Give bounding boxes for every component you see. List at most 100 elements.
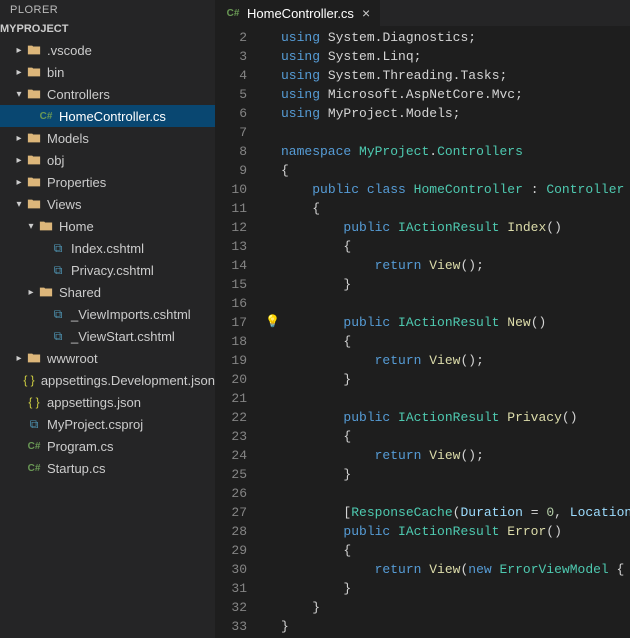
lightbulb-icon [265, 218, 281, 237]
lightbulb-icon [265, 180, 281, 199]
code-line[interactable] [281, 123, 630, 142]
lightbulb-icon [265, 85, 281, 104]
lightbulb-icon [265, 294, 281, 313]
line-number: 14 [215, 256, 247, 275]
file-tree: ▸.vscode▸bin▾ControllersC#HomeController… [0, 39, 215, 638]
chevron-icon: ▸ [12, 353, 26, 364]
lightbulb-icon [265, 47, 281, 66]
line-number: 32 [215, 598, 247, 617]
close-icon[interactable]: × [362, 5, 370, 21]
tree-item[interactable]: ▾Home [0, 215, 215, 237]
tree-item[interactable]: ▸bin [0, 61, 215, 83]
code-line[interactable]: return View(); [281, 446, 630, 465]
code-line[interactable]: return View(); [281, 351, 630, 370]
code-line[interactable]: [ResponseCache(Duration = 0, Location : [281, 503, 630, 522]
code-line[interactable]: namespace MyProject.Controllers [281, 142, 630, 161]
line-number: 2 [215, 28, 247, 47]
code-content[interactable]: using System.Diagnostics;using System.Li… [281, 26, 630, 638]
tree-item[interactable]: ⧉_ViewImports.cshtml [0, 303, 215, 325]
chevron-icon: ▸ [12, 155, 26, 166]
line-number: 17 [215, 313, 247, 332]
line-number: 7 [215, 123, 247, 142]
tree-item[interactable]: ▸wwwroot [0, 347, 215, 369]
folder-icon [38, 218, 54, 234]
code-editor[interactable]: 2345678910111213141516171819202122232425… [215, 26, 630, 638]
tree-item[interactable]: ⧉Privacy.cshtml [0, 259, 215, 281]
line-number: 18 [215, 332, 247, 351]
code-line[interactable]: return View(new ErrorViewModel { R [281, 560, 630, 579]
tab-bar: C# HomeController.cs × [215, 0, 630, 26]
lightbulb-icon [265, 408, 281, 427]
code-line[interactable] [281, 389, 630, 408]
lightbulb-icon[interactable]: 💡 [265, 313, 281, 332]
lightbulb-icon [265, 275, 281, 294]
tree-item[interactable]: ▸.vscode [0, 39, 215, 61]
line-number: 19 [215, 351, 247, 370]
tree-item[interactable]: C#HomeController.cs [0, 105, 215, 127]
code-line[interactable]: public class HomeController : Controller [281, 180, 630, 199]
folder-icon [26, 64, 42, 80]
tree-item[interactable]: ⧉Index.cshtml [0, 237, 215, 259]
code-line[interactable]: } [281, 465, 630, 484]
tree-item[interactable]: ▾Controllers [0, 83, 215, 105]
code-line[interactable]: { [281, 237, 630, 256]
code-line[interactable]: } [281, 617, 630, 636]
lightbulb-icon [265, 617, 281, 636]
line-number: 23 [215, 427, 247, 446]
lightbulb-icon [265, 66, 281, 85]
file-icon: ⧉ [50, 306, 66, 322]
tab-homecontroller[interactable]: C# HomeController.cs × [215, 0, 381, 26]
folder-icon [26, 350, 42, 366]
tree-item[interactable]: C#Startup.cs [0, 457, 215, 479]
tree-item[interactable]: C#Program.cs [0, 435, 215, 457]
code-line[interactable]: { [281, 427, 630, 446]
editor-area: C# HomeController.cs × 23456789101112131… [215, 0, 630, 638]
code-line[interactable]: public IActionResult Privacy() [281, 408, 630, 427]
line-number: 5 [215, 85, 247, 104]
json-icon: { } [26, 394, 42, 410]
folder-icon [26, 86, 42, 102]
code-line[interactable]: using System.Linq; [281, 47, 630, 66]
code-line[interactable]: using System.Threading.Tasks; [281, 66, 630, 85]
code-line[interactable]: using System.Diagnostics; [281, 28, 630, 47]
line-number: 33 [215, 617, 247, 636]
lightbulb-icon [265, 332, 281, 351]
code-line[interactable]: public IActionResult New() [281, 313, 630, 332]
tree-item[interactable]: { }appsettings.json [0, 391, 215, 413]
tree-item[interactable]: ⧉MyProject.csproj [0, 413, 215, 435]
tree-item[interactable]: ▾Views [0, 193, 215, 215]
code-line[interactable] [281, 484, 630, 503]
code-line[interactable]: { [281, 332, 630, 351]
line-number: 9 [215, 161, 247, 180]
code-line[interactable]: } [281, 598, 630, 617]
tree-item[interactable]: ⧉_ViewStart.cshtml [0, 325, 215, 347]
code-line[interactable]: public IActionResult Index() [281, 218, 630, 237]
project-title[interactable]: MYPROJECT [0, 20, 215, 39]
code-line[interactable]: using Microsoft.AspNetCore.Mvc; [281, 85, 630, 104]
code-line[interactable]: { [281, 541, 630, 560]
tree-item[interactable]: ▸Shared [0, 281, 215, 303]
folder-icon [26, 152, 42, 168]
tree-item[interactable]: { }appsettings.Development.json [0, 369, 215, 391]
line-number: 27 [215, 503, 247, 522]
code-line[interactable]: return View(); [281, 256, 630, 275]
code-line[interactable]: { [281, 199, 630, 218]
line-number: 26 [215, 484, 247, 503]
tree-item-label: Controllers [47, 87, 110, 102]
lightbulb-column: 💡 [265, 26, 281, 638]
code-line[interactable]: } [281, 579, 630, 598]
line-number: 15 [215, 275, 247, 294]
code-line[interactable]: { [281, 161, 630, 180]
line-number: 28 [215, 522, 247, 541]
code-line[interactable]: public IActionResult Error() [281, 522, 630, 541]
tree-item[interactable]: ▸Properties [0, 171, 215, 193]
line-number: 3 [215, 47, 247, 66]
tree-item[interactable]: ▸obj [0, 149, 215, 171]
code-line[interactable]: } [281, 370, 630, 389]
code-line[interactable]: } [281, 275, 630, 294]
tree-item[interactable]: ▸Models [0, 127, 215, 149]
lightbulb-icon [265, 370, 281, 389]
code-line[interactable]: using MyProject.Models; [281, 104, 630, 123]
cs-icon: C# [26, 460, 42, 476]
code-line[interactable] [281, 294, 630, 313]
